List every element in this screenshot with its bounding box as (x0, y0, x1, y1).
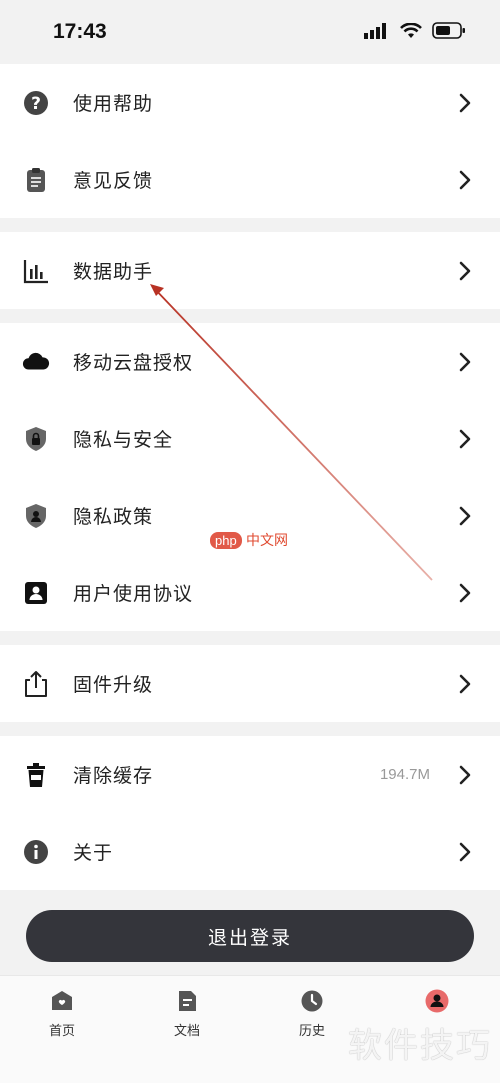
menu-item-user-agreement[interactable]: 用户使用协议 (0, 554, 500, 631)
cellular-signal-icon (364, 22, 386, 39)
menu-item-label: 移动云盘授权 (73, 352, 194, 374)
menu-item-help[interactable]: ? 使用帮助 (0, 64, 500, 141)
chevron-right-icon (459, 170, 471, 189)
user-card-icon (22, 579, 50, 607)
menu-item-label: 隐私与安全 (73, 429, 174, 451)
chevron-right-icon (459, 261, 471, 280)
shield-lock-icon (22, 425, 50, 453)
menu-item-label: 数据助手 (73, 261, 154, 283)
menu-item-privacy-security[interactable]: 隐私与安全 (0, 400, 500, 477)
chevron-right-icon (459, 506, 471, 525)
menu-item-label: 清除缓存 (73, 765, 154, 787)
svg-text:?: ? (31, 94, 41, 114)
chevron-right-icon (459, 93, 471, 112)
menu-group-data: 数据助手 (0, 232, 500, 309)
menu-item-label: 关于 (73, 842, 114, 864)
logout-button[interactable]: 退出登录 (26, 910, 474, 962)
menu-group-firmware: 固件升级 (0, 645, 500, 722)
tab-label: 历史 (298, 1024, 325, 1039)
document-icon (179, 991, 196, 1011)
section-gap (0, 218, 500, 232)
menu-item-label: 隐私政策 (73, 506, 154, 528)
menu-item-clear-cache[interactable]: 清除缓存 194.7M (0, 736, 500, 813)
tab-home[interactable]: 首页 (22, 988, 102, 1039)
section-gap (0, 309, 500, 323)
watermark-php-logo: php (210, 532, 242, 549)
menu-group-help: ? 使用帮助 意见反馈 (0, 64, 500, 218)
status-bar: 17:43 (0, 0, 500, 64)
clock-icon (301, 990, 323, 1012)
chevron-right-icon (459, 352, 471, 371)
menu-item-label: 用户使用协议 (73, 583, 194, 605)
chevron-right-icon (459, 429, 471, 448)
tab-bar: 首页 文档 历史 软件技巧 (0, 975, 500, 1083)
cloud-icon (22, 348, 50, 376)
bar-chart-icon (22, 257, 50, 285)
tab-label: 首页 (48, 1024, 75, 1039)
chevron-right-icon (459, 842, 471, 861)
status-time: 17:43 (53, 20, 107, 43)
menu-item-firmware-upgrade[interactable]: 固件升级 (0, 645, 500, 722)
menu-item-data-assistant[interactable]: 数据助手 (0, 232, 500, 309)
menu-item-about[interactable]: 关于 (0, 813, 500, 890)
section-gap (0, 631, 500, 645)
menu-item-feedback[interactable]: 意见反馈 (0, 141, 500, 218)
watermark-site: 软件技巧 (348, 1026, 492, 1066)
tab-history[interactable]: 历史 (272, 988, 352, 1039)
tab-profile[interactable] (397, 988, 477, 1020)
menu-item-label: 意见反馈 (73, 170, 154, 192)
shield-user-icon (22, 502, 50, 530)
profile-icon (425, 989, 449, 1013)
clipboard-icon (22, 166, 50, 194)
home-icon (52, 991, 72, 1010)
menu-group-misc: 清除缓存 194.7M 关于 (0, 736, 500, 890)
chevron-right-icon (459, 583, 471, 602)
watermark-php-cn: 中文网 (246, 533, 288, 549)
tab-label: 文档 (173, 1024, 200, 1039)
chevron-right-icon (459, 674, 471, 693)
upload-icon (22, 670, 50, 698)
menu-group-privacy: 移动云盘授权 隐私与安全 隐私政策 用户使用协议 (0, 323, 500, 631)
trash-cup-icon (22, 761, 50, 789)
help-icon: ? (22, 89, 50, 117)
menu-item-label: 使用帮助 (73, 93, 154, 115)
status-icons (364, 22, 466, 39)
battery-icon (432, 22, 465, 39)
menu-item-label: 固件升级 (73, 674, 154, 696)
info-icon (22, 838, 50, 866)
cache-size-value: 194.7M (379, 766, 430, 783)
chevron-right-icon (459, 765, 471, 784)
menu-item-cloud-auth[interactable]: 移动云盘授权 (0, 323, 500, 400)
wifi-icon (400, 22, 422, 38)
section-gap (0, 722, 500, 736)
tab-documents[interactable]: 文档 (147, 988, 227, 1039)
